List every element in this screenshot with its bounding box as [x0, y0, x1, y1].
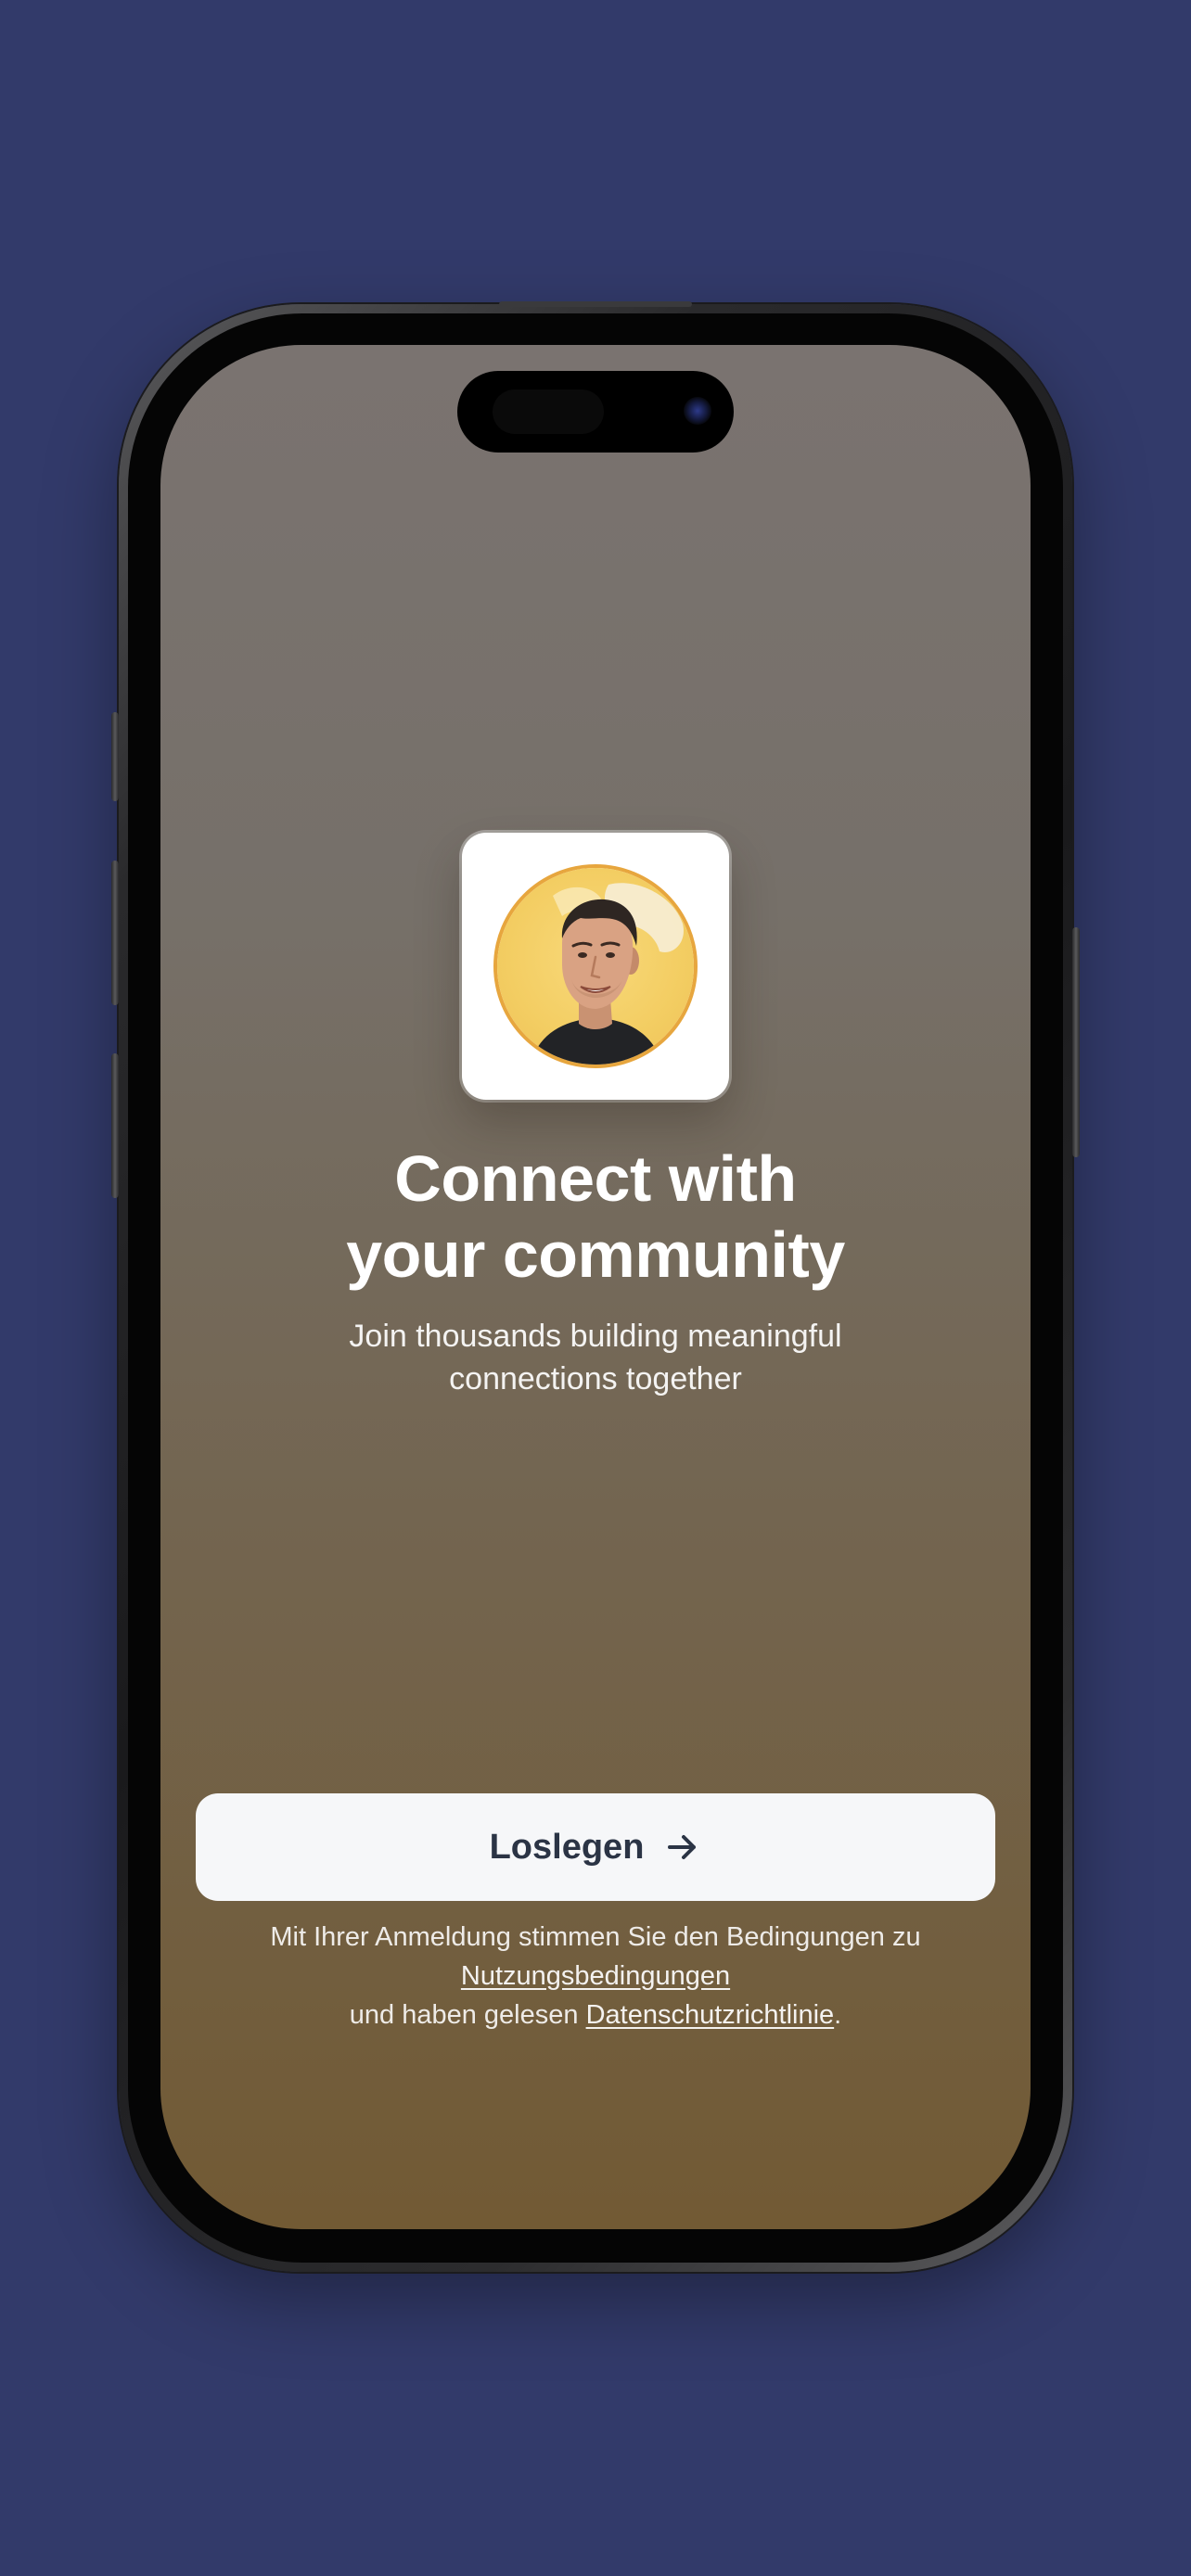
terms-of-use-link[interactable]: Nutzungsbedingungen: [461, 1961, 730, 1991]
app-logo-tile: [462, 833, 729, 1100]
action-button: [111, 712, 119, 801]
headline-line-1: Connect with: [394, 1142, 797, 1215]
legal-text-line-3: und haben gelesen Datenschutzrichtlinie.: [160, 1996, 1031, 2034]
phone-frame: Connect with your community Join thousan…: [111, 301, 1080, 2272]
get-started-button[interactable]: Loslegen: [196, 1793, 995, 1901]
headline-line-2: your community: [346, 1218, 845, 1291]
face-id-sensor: [493, 389, 604, 434]
volume-down-button: [111, 1053, 119, 1198]
person-portrait-icon: [531, 883, 684, 1065]
legal-text-line-2: Nutzungsbedingungen: [160, 1957, 1031, 1996]
avatar: [497, 868, 694, 1065]
arrow-right-icon: [668, 1835, 697, 1859]
subheadline-line-2: connections together: [449, 1361, 742, 1396]
power-button: [1072, 927, 1080, 1157]
phone-top-edge: [499, 301, 692, 307]
volume-up-button: [111, 861, 119, 1005]
dynamic-island: [457, 371, 734, 453]
app-screen: Connect with your community Join thousan…: [160, 345, 1031, 2229]
get-started-label: Loslegen: [489, 1827, 645, 1867]
legal-text-line-1: Mit Ihrer Anmeldung stimmen Sie den Bedi…: [270, 1922, 921, 1952]
legal-suffix: .: [834, 2000, 842, 2030]
subheadline-line-1: Join thousands building meaningful: [349, 1319, 842, 1354]
front-camera-icon: [684, 397, 711, 425]
legal-prefix: und haben gelesen: [349, 2000, 586, 2030]
privacy-policy-link[interactable]: Datenschutzrichtlinie: [586, 2000, 835, 2030]
